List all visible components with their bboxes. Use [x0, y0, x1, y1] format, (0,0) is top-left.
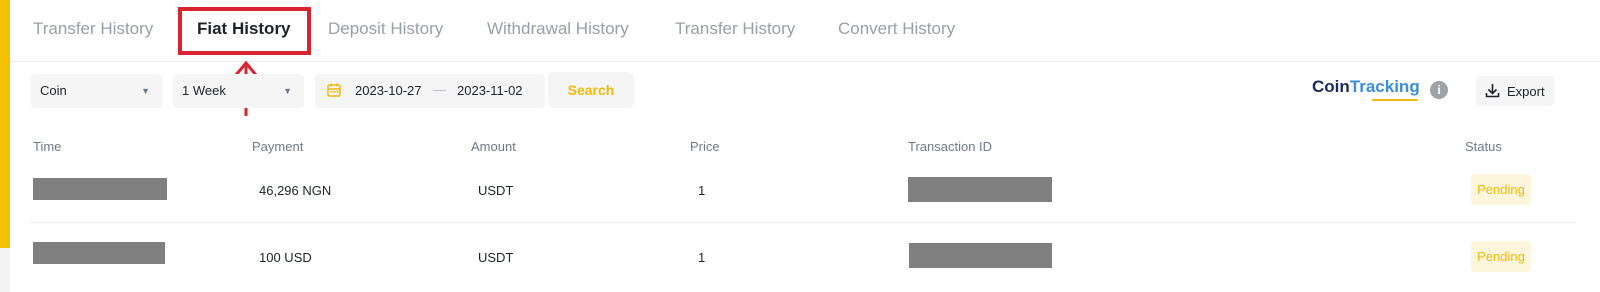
tab-convert-history[interactable]: Convert History	[838, 19, 955, 39]
row-divider	[30, 222, 1575, 223]
coin-select-label: Coin	[40, 83, 67, 98]
amount-cell: USDT	[478, 183, 514, 198]
tab-transfer-history-2[interactable]: Transfer History	[675, 19, 795, 39]
history-panel: Transfer History Fiat History Deposit Hi…	[10, 0, 1600, 292]
export-button[interactable]: Export	[1476, 76, 1554, 106]
date-start[interactable]: 2023-10-27	[355, 83, 422, 98]
price-cell: 1	[698, 183, 706, 198]
price-cell: 1	[698, 250, 706, 265]
annotation-highlight-box	[178, 7, 311, 55]
accent-sidebar-strip	[0, 0, 10, 248]
date-end[interactable]: 2023-11-02	[457, 83, 523, 98]
logo-underline	[1372, 99, 1418, 101]
info-icon[interactable]: i	[1430, 81, 1448, 99]
tab-withdrawal-history[interactable]: Withdrawal History	[487, 19, 629, 39]
column-header-payment: Payment	[252, 139, 304, 154]
background-strip	[0, 248, 10, 292]
date-range-picker[interactable]: 2023-10-27 — 2023-11-02	[315, 74, 545, 108]
column-header-time: Time	[33, 139, 62, 154]
cointracking-logo[interactable]: CoinTracking	[1312, 77, 1420, 101]
cointracking-logo-part1: Coin	[1312, 77, 1350, 96]
column-header-price: Price	[690, 139, 720, 154]
period-select-label: 1 Week	[182, 83, 226, 98]
payment-cell: 46,296 NGN	[259, 183, 332, 198]
redacted-transaction-id	[909, 243, 1052, 268]
history-tabs: Transfer History Fiat History Deposit Hi…	[10, 0, 1600, 62]
amount-cell: USDT	[478, 250, 514, 265]
date-separator: —	[433, 82, 446, 97]
chevron-down-icon: ▼	[141, 86, 150, 96]
payment-cell: 100 USD	[259, 250, 312, 265]
coin-select[interactable]: Coin ▼	[31, 74, 162, 108]
column-header-status: Status	[1465, 139, 1502, 154]
calendar-icon	[327, 83, 341, 97]
export-label: Export	[1507, 84, 1545, 99]
tab-deposit-history[interactable]: Deposit History	[328, 19, 443, 39]
search-button[interactable]: Search	[548, 72, 634, 108]
column-header-transaction-id: Transaction ID	[908, 139, 993, 154]
column-header-amount: Amount	[471, 139, 516, 154]
chevron-down-icon: ▼	[283, 86, 292, 96]
status-badge: Pending	[1471, 241, 1531, 272]
redacted-transaction-id	[908, 177, 1052, 202]
redacted-time	[33, 242, 165, 264]
download-icon	[1485, 84, 1500, 98]
redacted-time	[33, 178, 167, 200]
cointracking-logo-part2: Tracking	[1349, 77, 1420, 96]
tab-transfer-history[interactable]: Transfer History	[33, 19, 153, 39]
status-badge: Pending	[1471, 174, 1531, 205]
period-select[interactable]: 1 Week ▼	[173, 74, 304, 108]
